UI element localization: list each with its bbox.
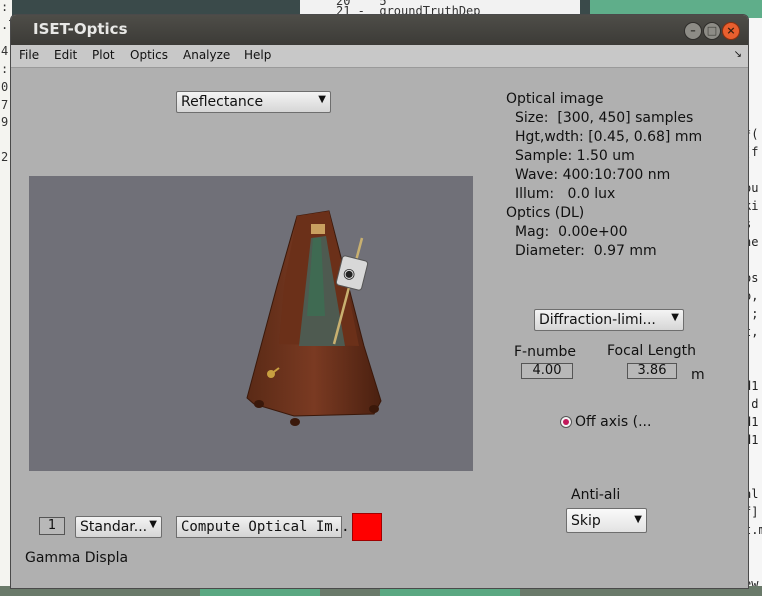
metronome-image: ◉	[246, 210, 382, 426]
bg-char: 0	[1, 80, 9, 94]
menu-help[interactable]: Help	[244, 48, 271, 62]
iset-optics-window: ISET-Optics – □ × File Edit Plot Optics …	[10, 14, 749, 589]
minimize-button[interactable]: –	[684, 22, 702, 40]
display-mode-select[interactable]: Standar... ▼	[75, 516, 162, 538]
anti-alias-select[interactable]: Skip ▼	[566, 508, 647, 533]
optical-image-heading: Optical image	[506, 91, 604, 107]
chevron-down-icon: ▼	[671, 312, 679, 323]
menu-file[interactable]: File	[19, 48, 39, 62]
maximize-button[interactable]: □	[703, 22, 721, 40]
chevron-down-icon: ▼	[149, 519, 157, 530]
titlebar[interactable]: ISET-Optics – □ ×	[11, 15, 748, 45]
fnumber-field[interactable]: 4.00	[521, 363, 573, 379]
chevron-down-icon: ▼	[318, 94, 326, 105]
off-axis-label[interactable]: Off axis (...	[575, 414, 651, 430]
off-axis-radio[interactable]	[560, 416, 572, 428]
window-title: ISET-Optics	[33, 20, 128, 38]
info-wave: Wave: 400:10:700 nm	[515, 167, 671, 183]
info-size: Size: [300, 450] samples	[515, 110, 694, 126]
gamma-field[interactable]: 1	[39, 517, 65, 535]
menu-analyze[interactable]: Analyze	[183, 48, 230, 62]
info-hgt-wdth: Hgt,wdth: [0.45, 0.68] mm	[515, 129, 703, 145]
color-swatch	[352, 513, 382, 541]
optics-model-value: Diffraction-limi...	[539, 312, 656, 328]
bg-char: 9	[1, 115, 9, 129]
display-type-value: Reflectance	[181, 94, 264, 110]
menu-overflow-icon[interactable]: ↘	[734, 49, 742, 60]
display-type-select[interactable]: Reflectance ▼	[176, 91, 331, 113]
main-content: Reflectance ▼ Optical image Size: [300, …	[11, 68, 748, 588]
compute-optical-image-button[interactable]: Compute Optical Im...	[176, 516, 358, 538]
info-illum: Illum: 0.0 lux	[515, 186, 616, 202]
anti-alias-value: Skip	[571, 513, 601, 529]
bg-char: 4	[1, 44, 9, 58]
bg-char: 2	[1, 150, 9, 164]
optical-image-display[interactable]: ◉	[29, 176, 473, 471]
bg-char: :	[1, 0, 9, 14]
gamma-display-label: Gamma Displa	[25, 550, 129, 566]
info-mag: Mag: 0.00e+00	[515, 224, 628, 240]
bg-char: 7	[1, 98, 9, 112]
info-diameter: Diameter: 0.97 mm	[515, 243, 657, 259]
menu-plot[interactable]: Plot	[92, 48, 115, 62]
menu-edit[interactable]: Edit	[54, 48, 77, 62]
focal-length-unit: m	[691, 367, 705, 383]
menubar: File Edit Plot Optics Analyze Help ↘	[11, 45, 748, 68]
fnumber-label: F-numbe	[514, 344, 576, 360]
display-mode-value: Standar...	[80, 519, 148, 535]
close-button[interactable]: ×	[722, 22, 740, 40]
menu-optics[interactable]: Optics	[130, 48, 168, 62]
focal-length-field[interactable]: 3.86	[627, 363, 677, 379]
optics-model-select[interactable]: Diffraction-limi... ▼	[534, 309, 684, 331]
chevron-down-icon: ▼	[634, 514, 642, 525]
svg-text:◉: ◉	[343, 266, 355, 282]
info-sample: Sample: 1.50 um	[515, 148, 635, 164]
optics-heading: Optics (DL)	[506, 205, 585, 221]
bg-char: :	[1, 62, 9, 76]
anti-alias-label: Anti-ali	[571, 487, 621, 503]
focal-length-label: Focal Length	[607, 343, 697, 359]
